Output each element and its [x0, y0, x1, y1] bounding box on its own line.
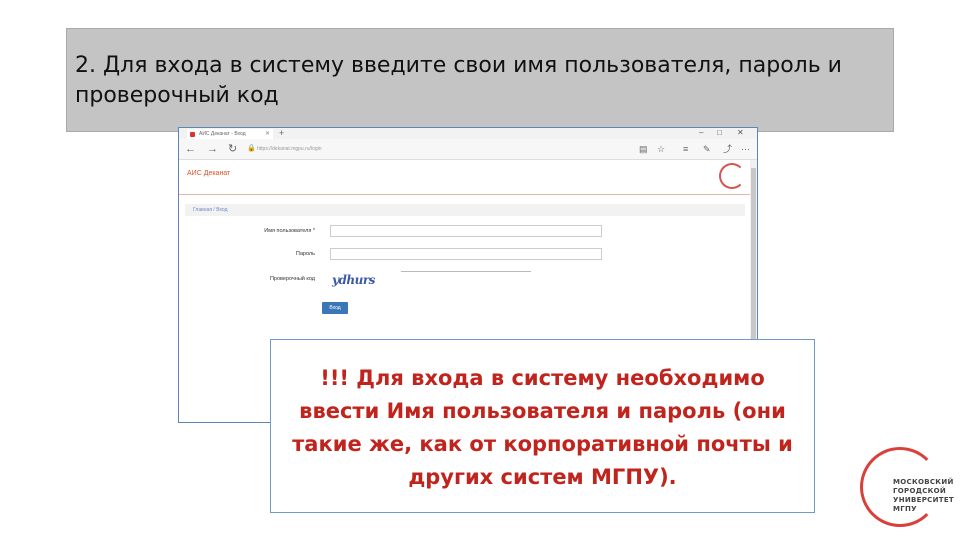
captcha-image: ydhurs	[332, 273, 375, 287]
password-label: Пароль	[295, 251, 315, 257]
breadcrumb[interactable]: Главная / Вход	[185, 204, 745, 216]
browser-tab[interactable]: АИС Деканат - Вход ✕	[187, 129, 273, 139]
logo-line-2: ГОРОДСКОЙ	[893, 487, 947, 495]
close-tab-icon[interactable]: ✕	[265, 129, 270, 139]
app-title[interactable]: АИС Деканат	[187, 170, 230, 177]
maximize-icon[interactable]: □	[717, 128, 722, 138]
tab-title: АИС Деканат - Вход	[199, 131, 246, 137]
username-label: Имя пользователя *	[264, 228, 315, 234]
scrollbar-thumb[interactable]	[751, 168, 756, 348]
logo-line-1: МОСКОВСКИЙ	[893, 478, 954, 486]
address-bar[interactable]: https://dekanat.mgpu.ru/login	[257, 143, 617, 155]
captcha-input[interactable]	[401, 271, 531, 272]
arrow-left-icon[interactable]: ←	[185, 142, 196, 156]
slide-header: 2. Для входа в систему введите свои имя …	[66, 28, 894, 132]
app-header: АИС Деканат	[179, 160, 757, 195]
hub-icon[interactable]: ≡	[683, 143, 688, 155]
username-input[interactable]	[330, 225, 602, 237]
browser-toolbar: ← → ↻ 🔒 https://dekanat.mgpu.ru/login ▤ …	[179, 139, 757, 160]
arrow-right-icon[interactable]: →	[207, 142, 218, 156]
reader-icon[interactable]: ▤	[639, 143, 648, 155]
more-icon[interactable]: ⋯	[741, 143, 750, 155]
minimize-icon[interactable]: –	[699, 128, 703, 138]
university-logo-icon	[719, 163, 745, 189]
lock-icon: 🔒	[247, 145, 256, 152]
logo-text: МОСКОВСКИЙ ГОРОДСКОЙ УНИВЕРСИТЕТ МГПУ	[893, 478, 954, 514]
slide-instruction-text: 2. Для входа в систему введите свои имя …	[75, 53, 842, 108]
browser-titlebar: АИС Деканат - Вход ✕ + – □ ✕	[179, 128, 757, 139]
pen-icon[interactable]: ✎	[703, 143, 711, 155]
university-logo: МОСКОВСКИЙ ГОРОДСКОЙ УНИВЕРСИТЕТ МГПУ	[860, 447, 954, 529]
refresh-icon[interactable]: ↻	[228, 142, 237, 156]
password-input[interactable]	[330, 248, 602, 260]
favicon-icon	[190, 132, 195, 137]
logo-line-4: МГПУ	[893, 505, 917, 513]
star-icon[interactable]: ☆	[657, 143, 665, 155]
new-tab-icon[interactable]: +	[279, 128, 284, 138]
share-icon[interactable]: ⤴	[723, 143, 732, 155]
logo-line-3: УНИВЕРСИТЕТ	[893, 496, 954, 504]
note-text: !!! Для входа в систему необходимо ввест…	[292, 366, 793, 489]
captcha-label: Проверочный код	[269, 276, 315, 282]
note-callout: !!! Для входа в систему необходимо ввест…	[270, 339, 815, 513]
close-window-icon[interactable]: ✕	[737, 128, 744, 138]
login-button[interactable]: Вход	[322, 302, 348, 314]
